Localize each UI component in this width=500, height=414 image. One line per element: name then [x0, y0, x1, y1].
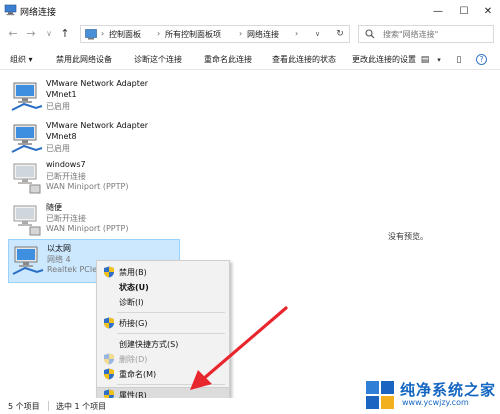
- selected-count: 选中 1 个项目: [56, 402, 107, 411]
- diagnose-connection-command[interactable]: 诊断这个连接: [134, 54, 182, 65]
- connection-name: 以太网: [47, 244, 71, 253]
- connection-item-suibian[interactable]: 随便 已断开连接 WAN Miniport (PPTP): [8, 199, 180, 243]
- vpn-connection-icon: [13, 163, 41, 194]
- connection-name: windows7: [46, 160, 86, 169]
- connection-status: 已启用: [46, 144, 70, 153]
- menu-item-label: 桥接(G): [119, 319, 148, 328]
- network-adapter-icon: [11, 82, 43, 111]
- connection-device: WAN Miniport (PPTP): [46, 182, 129, 191]
- title-bar: 网络连接 — ☐ ✕: [0, 0, 500, 22]
- disable-device-command[interactable]: 禁用此网络设备: [56, 54, 112, 65]
- search-icon: [365, 29, 375, 39]
- status-divider: [48, 401, 49, 411]
- rename-connection-command[interactable]: 重命名此连接: [204, 54, 252, 65]
- organize-menu[interactable]: 组织 ▾: [10, 54, 33, 65]
- connection-network: 网络 4: [47, 255, 71, 264]
- up-arrow-icon[interactable]: ↑: [58, 27, 72, 41]
- shield-icon: [104, 317, 114, 329]
- menu-item-label: 创建快捷方式(S): [119, 340, 179, 349]
- connection-network: VMnet1: [46, 90, 77, 99]
- address-bar[interactable]: › 控制面板 › 所有控制面板项 › 网络连接 › ∨ ↻: [80, 25, 350, 43]
- breadcrumb-separator: ›: [157, 29, 161, 38]
- arrow-shaft: [200, 306, 288, 382]
- view-dropdown-chevron-icon[interactable]: ▾: [432, 54, 446, 66]
- address-dropdown-chevron-icon[interactable]: ∨: [315, 30, 320, 38]
- back-arrow-icon[interactable]: ←: [6, 27, 20, 41]
- maximize-button[interactable]: ☐: [452, 2, 476, 20]
- connection-device: WAN Miniport (PPTP): [46, 224, 129, 233]
- help-icon[interactable]: ?: [476, 54, 487, 65]
- connection-status: 已断开连接: [46, 172, 86, 181]
- item-count: 5 个项目: [8, 402, 40, 411]
- shield-icon: [104, 266, 114, 278]
- menu-item-label: 删除(D): [119, 355, 148, 364]
- vpn-connection-icon: [13, 205, 41, 236]
- breadcrumb-network-connections[interactable]: 网络连接: [247, 29, 279, 40]
- connection-device: Realtek PCIe: [47, 265, 98, 274]
- menu-item-label: 重命名(M): [119, 370, 157, 379]
- connection-status: 已断开连接: [46, 214, 86, 223]
- ethernet-adapter-icon: [12, 246, 44, 275]
- connection-network: VMnet8: [46, 132, 77, 141]
- breadcrumb-separator: ›: [295, 29, 299, 38]
- window-title: 网络连接: [20, 8, 57, 18]
- preview-pane-icon[interactable]: ▯: [452, 54, 466, 66]
- brand-url: www.ycwjzy.com: [402, 398, 469, 407]
- connection-item-windows7[interactable]: windows7 已断开连接 WAN Miniport (PPTP): [8, 157, 180, 201]
- search-box[interactable]: [358, 25, 494, 43]
- site-watermark: 纯净系统之家 www.ycwjzy.com: [360, 376, 500, 414]
- menu-item-label: 状态(U): [119, 283, 149, 292]
- shield-icon: [104, 368, 114, 380]
- breadcrumb-control-panel[interactable]: 控制面板: [109, 29, 141, 40]
- connection-status: 已启用: [46, 102, 70, 111]
- connection-item-vmnet1[interactable]: VMware Network Adapter VMnet1 已启用: [8, 76, 180, 120]
- network-adapter-icon: [11, 124, 43, 153]
- connection-name: VMware Network Adapter: [46, 79, 149, 88]
- close-button[interactable]: ✕: [476, 2, 500, 20]
- change-view-icon[interactable]: ▤: [418, 54, 432, 66]
- brand-logo-icon: [366, 381, 394, 409]
- change-settings-command[interactable]: 更改此连接的设置: [352, 54, 416, 65]
- breadcrumb-all-items[interactable]: 所有控制面板项: [165, 29, 221, 40]
- minimize-button[interactable]: —: [426, 2, 450, 20]
- menu-item-status[interactable]: 状态(U): [97, 280, 229, 294]
- shield-icon: [104, 353, 114, 365]
- forward-arrow-icon[interactable]: →: [24, 27, 38, 41]
- search-input[interactable]: [383, 28, 489, 40]
- breadcrumb-separator: ›: [239, 29, 243, 38]
- connection-name: 随便: [46, 203, 62, 212]
- menu-item-disable[interactable]: 禁用(B): [97, 265, 229, 279]
- preview-pane-message: 没有预览。: [388, 232, 428, 241]
- breadcrumb-separator: ›: [101, 29, 105, 38]
- refresh-icon[interactable]: ↻: [331, 29, 349, 41]
- connection-name: VMware Network Adapter: [46, 121, 149, 130]
- annotation-arrow: [190, 306, 288, 390]
- recent-locations-chevron-icon[interactable]: ∨: [42, 27, 56, 41]
- navigation-bar: ← → ∨ ↑ › 控制面板 › 所有控制面板项 › 网络连接 › ∨ ↻: [0, 22, 500, 46]
- command-bar: 组织 ▾ 禁用此网络设备 诊断这个连接 重命名此连接 查看此连接的状态 更改此连…: [0, 50, 500, 70]
- control-panel-icon: [85, 29, 97, 40]
- view-status-command[interactable]: 查看此连接的状态: [272, 54, 336, 65]
- connection-item-vmnet8[interactable]: VMware Network Adapter VMnet8 已启用: [8, 118, 180, 162]
- brand-name: 纯净系统之家: [400, 381, 497, 399]
- menu-item-label: 诊断(I): [119, 298, 144, 307]
- network-connections-icon: [4, 4, 17, 16]
- menu-item-label: 禁用(B): [119, 268, 147, 277]
